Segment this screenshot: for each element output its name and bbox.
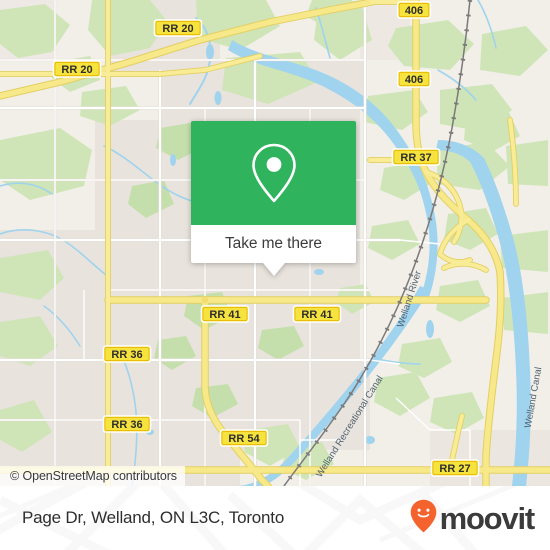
moovit-smiley-pin-icon: [410, 499, 437, 538]
footer-content: Page Dr, Welland, ON L3C, Toronto moovit: [0, 486, 550, 550]
page-title: Page Dr, Welland, ON L3C, Toronto: [22, 508, 285, 527]
road-shield-label: RR 20: [61, 64, 92, 76]
road-shield: RR 41: [292, 305, 342, 323]
footer-bar: Page Dr, Welland, ON L3C, Toronto moovit: [0, 486, 550, 550]
take-me-there-callout[interactable]: Take me there: [191, 121, 356, 276]
road-shield-label: RR 36: [111, 419, 142, 431]
osm-attribution: © OpenStreetMap contributors: [0, 466, 185, 486]
road-shield-label: RR 41: [301, 309, 332, 321]
road-shield: RR 41: [200, 305, 250, 323]
road-shield-label: RR 41: [209, 309, 240, 321]
road-shield-label: RR 37: [400, 152, 431, 164]
callout-pin-panel: [191, 121, 356, 225]
road-shield: RR 20: [153, 19, 203, 37]
road-shield-label: 406: [405, 5, 423, 17]
moovit-logo[interactable]: moovit: [410, 499, 536, 538]
road-shield: 406: [396, 1, 432, 19]
road-shield: 406: [396, 70, 432, 88]
callout-tail: [262, 263, 285, 276]
road-shield-label: 406: [405, 74, 423, 86]
road-shield: RR 36: [102, 345, 152, 363]
road-shield: RR 54: [219, 429, 269, 447]
moovit-wordmark: moovit: [439, 501, 536, 536]
moovit-map-page: .land { fill:#f2efe9; } .green { fill:#c…: [0, 0, 550, 550]
take-me-there-button[interactable]: Take me there: [191, 225, 356, 263]
map-canvas[interactable]: .land { fill:#f2efe9; } .green { fill:#c…: [0, 0, 550, 486]
road-shield-label: RR 36: [111, 349, 142, 361]
road-shield: RR 37: [391, 148, 441, 166]
osm-attribution-text: © OpenStreetMap contributors: [10, 469, 177, 483]
road-shield: RR 20: [52, 60, 102, 78]
road-shield-label: RR 54: [228, 433, 260, 445]
road-shield: RR 36: [102, 415, 152, 433]
road-shield: RR 27: [430, 459, 480, 477]
road-shield-label: RR 27: [439, 463, 470, 475]
road-shield-label: RR 20: [162, 23, 193, 35]
location-pin-icon: [249, 142, 299, 204]
